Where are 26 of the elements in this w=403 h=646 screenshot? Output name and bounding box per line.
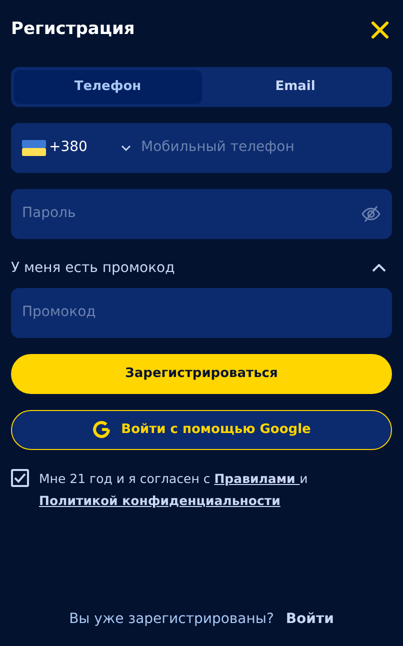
tab[interactable]: Email [202,70,389,104]
password-input[interactable]: Пароль [22,203,361,224]
phone-input[interactable]: Мобильный телефон [141,137,381,158]
tab[interactable]: Телефон [14,70,202,104]
country-code: +380 [49,138,88,157]
already-registered-text: Вы уже зарегистрированы? [69,610,274,629]
close-icon[interactable] [371,20,389,39]
promo-toggle-label[interactable]: У меня есть промокод [11,258,175,278]
checkmark-icon [14,472,26,482]
eye-off-icon[interactable] [361,204,381,222]
flag-icon [22,140,46,156]
google-login-button[interactable]: Войти с помощью Google [11,410,392,450]
chevron-down-icon[interactable] [121,144,131,150]
google-icon [92,420,112,439]
password-field[interactable]: Пароль [11,188,392,238]
rules-link[interactable]: Правилами [214,470,300,486]
dialog-title: Регистрация [11,18,135,41]
chevron-up-icon[interactable] [372,264,386,272]
login-link[interactable]: Войти [286,609,334,630]
register-button[interactable]: Зарегистрироваться [11,354,392,394]
agree-checkbox[interactable] [11,468,29,486]
promo-code-field[interactable]: Промокод [11,288,392,338]
promo-code-input[interactable]: Промокод [22,302,381,323]
phone-field[interactable]: +380 Мобильный телефон [11,122,392,172]
agreement-text: Мне 21 год и я согласен с Правилами и Политикой конфиденциальности [39,470,309,510]
privacy-policy-link[interactable]: Политикой конфиденциальности [39,492,280,508]
